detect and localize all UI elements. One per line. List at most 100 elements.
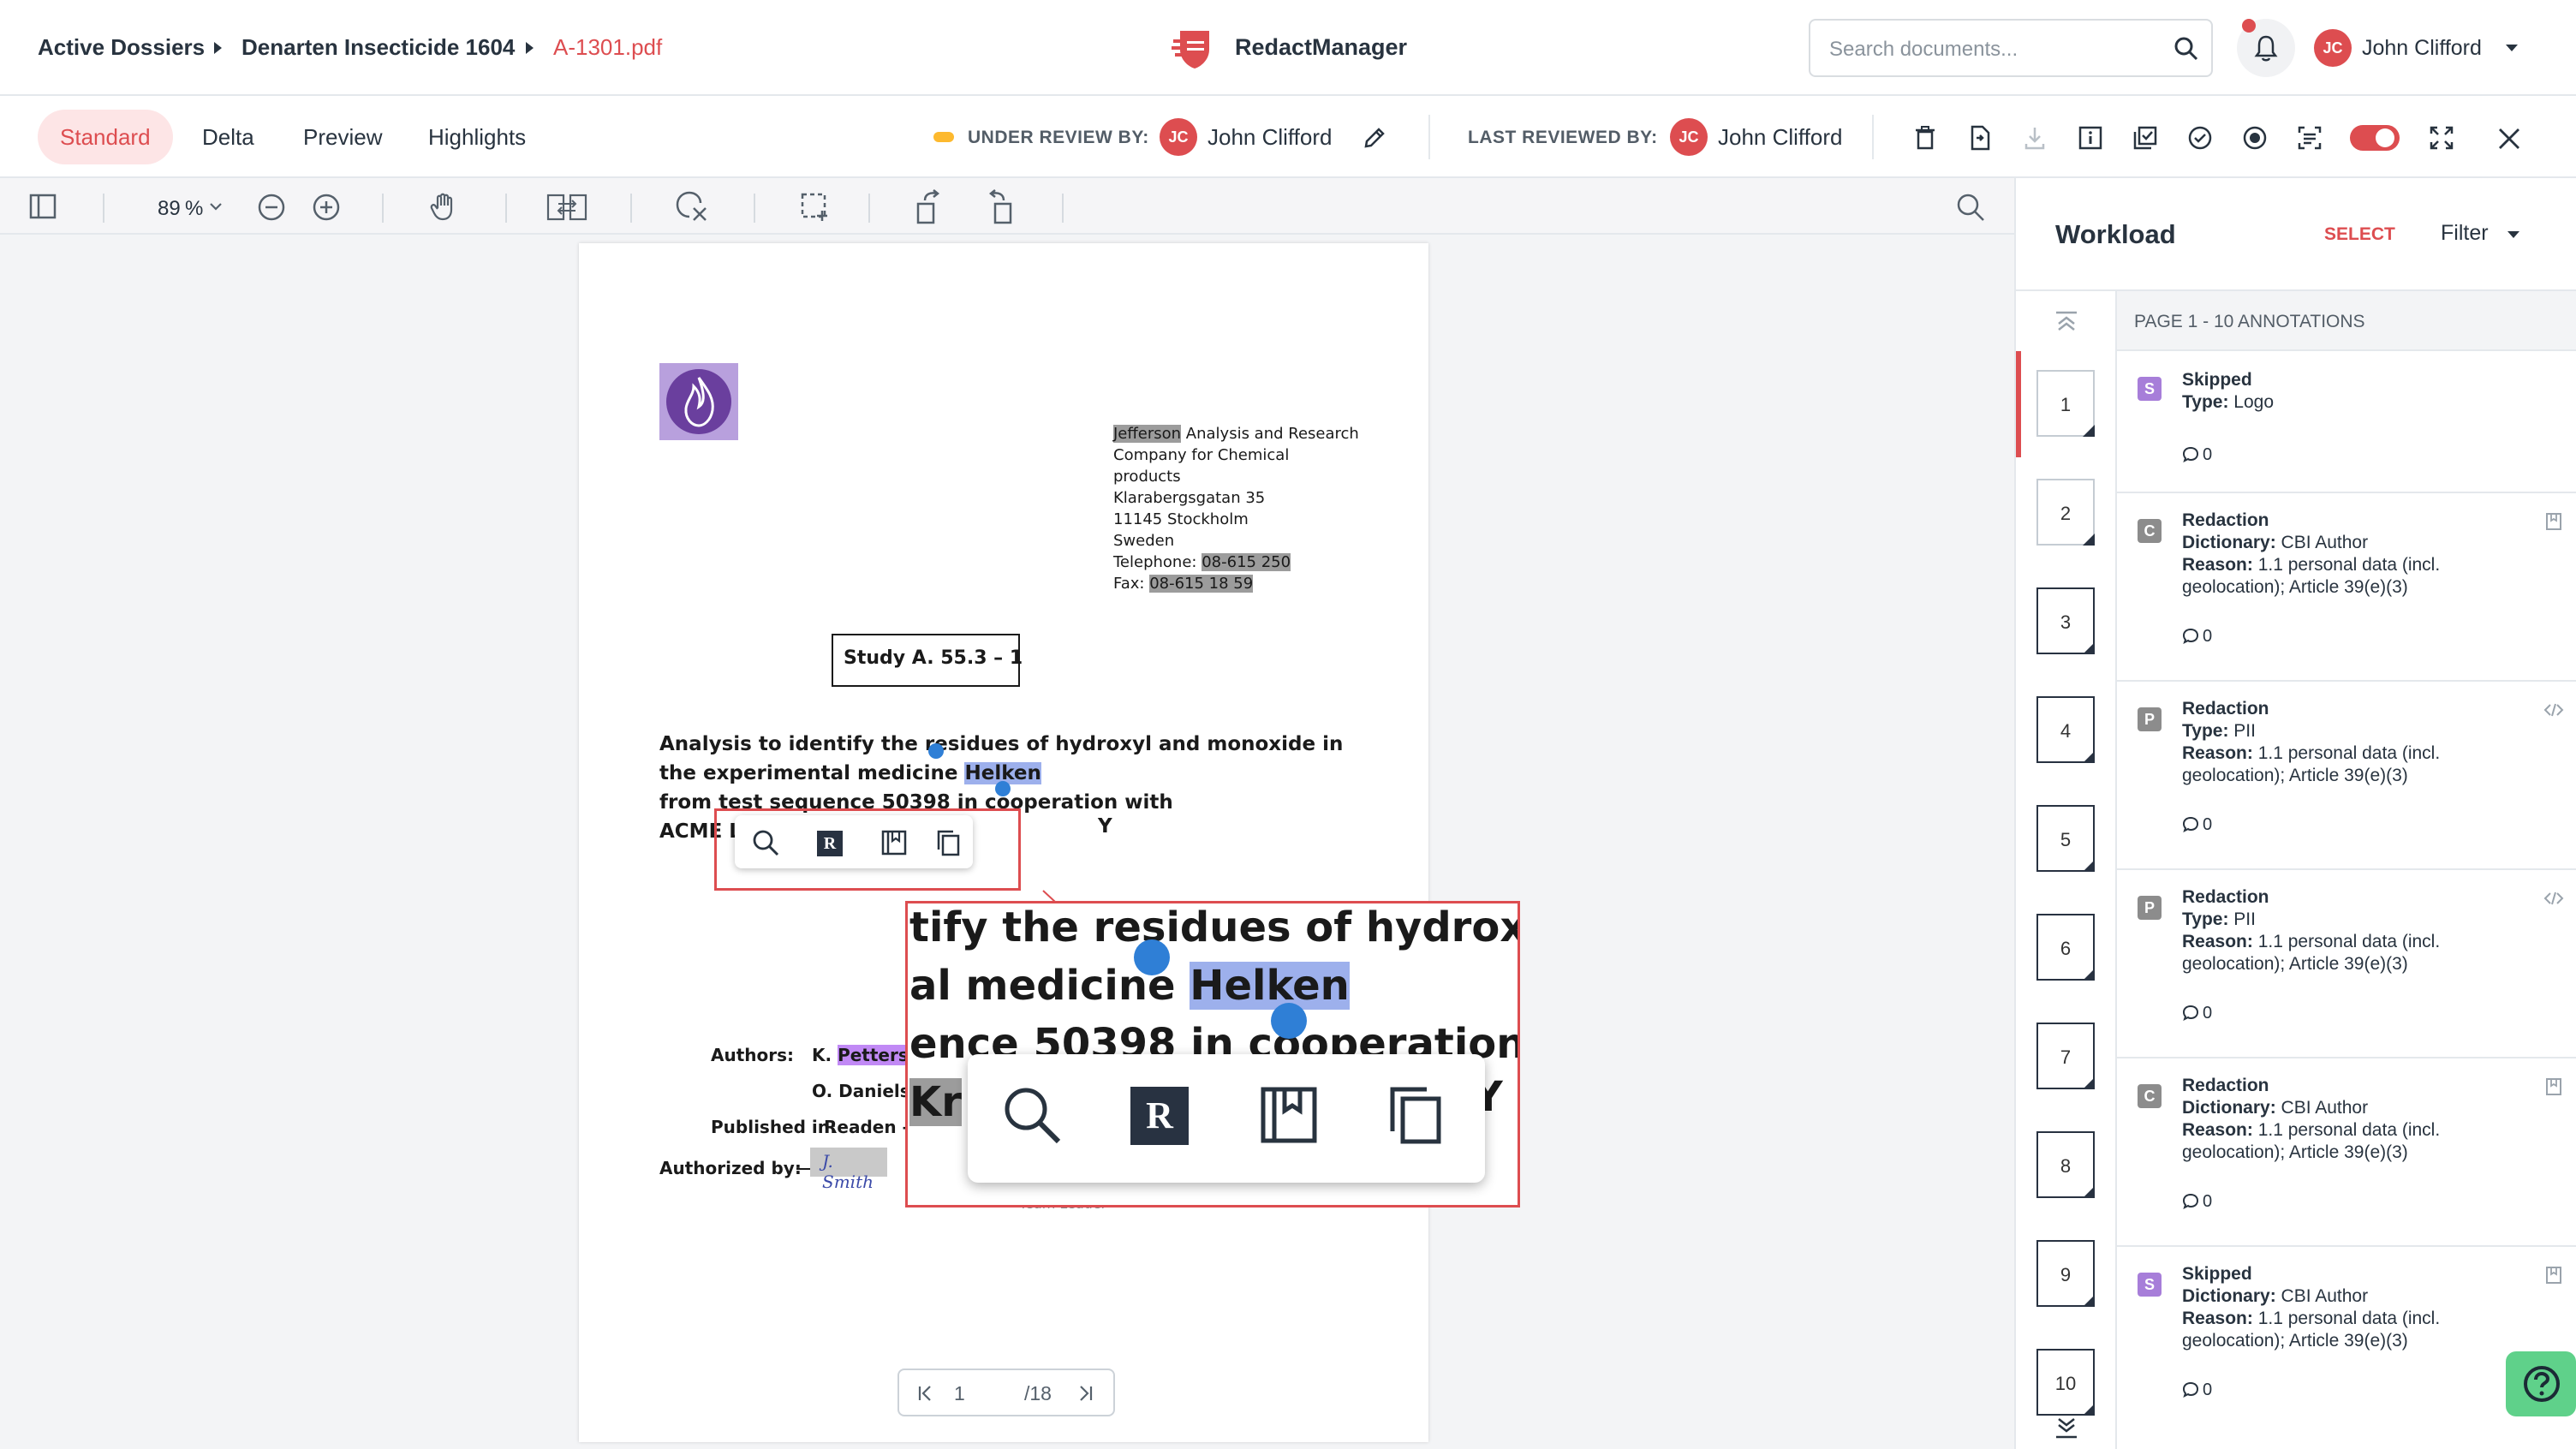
divider [1872,115,1874,159]
download-icon[interactable] [2023,125,2047,151]
zoom-out-icon[interactable] [257,193,286,222]
dictionary-label: Dictionary: [2182,1098,2276,1118]
fax-label: Fax: [1113,575,1145,593]
pan-hand-icon[interactable] [430,191,459,222]
annotation-item[interactable]: C Redaction Dictionary: CBI Author Reaso… [2117,1058,2576,1247]
code-icon[interactable] [2543,891,2564,906]
reason-label: Reason: [2182,555,2253,575]
annotation-item[interactable]: S Skipped Type: Logo 0 [2117,351,2576,493]
breadcrumb-active-dossiers[interactable]: Active Dossiers [38,34,205,61]
notifications-button[interactable] [2237,19,2295,77]
document-export-icon[interactable] [1968,125,1992,151]
telephone-redaction[interactable]: 08-615 250 [1202,553,1291,571]
selection-handle-start[interactable] [928,743,944,759]
bell-icon [2254,35,2278,62]
area-select-icon[interactable] [800,192,831,223]
info-icon[interactable] [2078,125,2103,151]
redact-icon[interactable]: R [817,831,843,856]
select-button[interactable]: SELECT [2324,224,2395,245]
title-line-4-end: Y [1098,815,1112,838]
zoom-in-icon[interactable] [312,193,341,222]
workload-title: Workload [2055,219,2176,249]
current-page-input[interactable]: 1 [954,1382,965,1405]
copy-icon[interactable] [935,829,961,856]
compare-pages-icon[interactable] [546,193,587,222]
thumb-page-3[interactable]: 3 [2036,587,2095,654]
close-icon[interactable] [2497,127,2521,151]
edit-pencil-icon[interactable] [1362,125,1387,151]
selection-handle-end[interactable] [995,781,1011,796]
fax-redaction[interactable]: 08-615 18 59 [1149,575,1254,593]
fullscreen-icon[interactable] [2429,125,2454,151]
filter-dropdown[interactable]: Filter [2441,221,2489,246]
thumb-page-2[interactable]: 2 [2036,479,2095,546]
thumb-page-7[interactable]: 7 [2036,1023,2095,1089]
annotation-item[interactable]: P Redaction Type: PII Reason: 1.1 person… [2117,870,2576,1058]
tab-delta[interactable]: Delta [180,110,277,164]
thumb-page-6[interactable]: 6 [2036,914,2095,981]
comment-icon[interactable] [2182,1192,2199,1209]
scroll-bottom-icon[interactable] [2054,1416,2079,1440]
approve-check-icon[interactable] [2187,125,2213,151]
comment-icon[interactable] [2182,1380,2199,1398]
document-viewer[interactable]: Jefferson Analysis and Research Company … [0,235,2014,1449]
annotation-item[interactable]: P Redaction Type: PII Reason: 1.1 person… [2117,682,2576,870]
annotation-reason-cont: geolocation); Article 39(e)(3) [2182,1142,2408,1162]
toolbar-divider [630,194,632,223]
code-icon[interactable] [2543,702,2564,718]
thumb-page-1[interactable]: 1 [2036,370,2095,437]
company-name-redaction[interactable]: Jefferson [1113,425,1182,443]
annotation-reason: Reason: 1.1 personal data (incl. [2182,743,2440,764]
tab-highlights[interactable]: Highlights [406,110,548,164]
signature-redaction[interactable]: J. Smith [810,1148,887,1192]
first-page-icon[interactable] [916,1384,935,1403]
delete-icon[interactable] [1913,125,1937,151]
sidebar-toggle-icon[interactable] [29,193,57,220]
record-icon[interactable] [2242,125,2268,151]
dictionary-icon[interactable] [880,829,908,856]
redact-all-icon[interactable] [2132,125,2158,151]
thumb-page-9[interactable]: 9 [2036,1240,2095,1307]
pdf-page[interactable]: Jefferson Analysis and Research Company … [579,243,1428,1442]
comment-icon[interactable] [2182,627,2199,644]
help-button[interactable] [2506,1351,2576,1416]
user-avatar[interactable]: JC [2314,29,2352,67]
tab-preview[interactable]: Preview [281,110,404,164]
reason-value: 1.1 personal data (incl. [2257,555,2441,575]
thumb-page-8[interactable]: 8 [2036,1131,2095,1198]
breadcrumb-dossier[interactable]: Denarten Insecticide 1604 [242,34,515,61]
notification-dot [2242,19,2256,33]
under-review-user: John Clifford [1208,124,1333,150]
rotate-right-icon[interactable] [983,188,1014,224]
thumb-page-4[interactable]: 4 [2036,696,2095,763]
annotation-item[interactable]: C Redaction Dictionary: CBI Author Reaso… [2117,493,2576,682]
comment-icon[interactable] [2182,1004,2199,1021]
dictionary-icon[interactable] [2545,1266,2562,1285]
thumb-page-10[interactable]: 10 [2036,1349,2095,1416]
user-menu-chevron-icon[interactable] [2506,45,2518,51]
clear-search-icon[interactable] [675,191,709,224]
zoom-select[interactable]: 89 % [134,187,228,226]
document-logo[interactable] [659,363,738,440]
tab-standard[interactable]: Standard [38,110,173,164]
lens-line-2: al medicine Helken [909,957,1518,1015]
annotation-type-badge: P [2138,896,2162,920]
filter-chevron-icon[interactable] [2507,231,2519,238]
toggle-switch[interactable] [2350,125,2400,151]
search-icon[interactable] [2174,36,2199,62]
comment-icon[interactable] [2182,815,2199,832]
selection-popup-small: R [735,815,973,868]
last-page-icon[interactable] [1076,1384,1094,1403]
comment-icon[interactable] [2182,445,2199,462]
annotation-reason-cont: geolocation); Article 39(e)(3) [2182,577,2408,597]
document-search-icon[interactable] [1956,193,1985,222]
dictionary-icon[interactable] [2545,1077,2562,1096]
search-icon[interactable] [752,829,779,856]
rotate-left-icon[interactable] [915,188,945,224]
ocr-scan-icon[interactable] [2297,125,2323,151]
scroll-top-icon[interactable] [2054,310,2079,332]
dictionary-icon[interactable] [2545,512,2562,531]
search-input[interactable]: Search documents... [1809,19,2213,77]
thumb-page-5[interactable]: 5 [2036,805,2095,872]
user-name[interactable]: John Clifford [2362,36,2482,61]
